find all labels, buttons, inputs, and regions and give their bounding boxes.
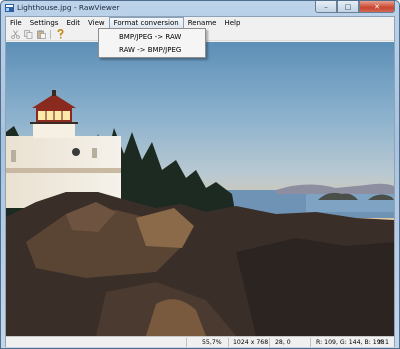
app-icon — [5, 4, 14, 12]
lighthouse-image — [6, 90, 394, 336]
status-divider — [228, 338, 229, 347]
toolbar-separator — [50, 29, 51, 39]
menu-settings[interactable]: Settings — [26, 17, 63, 28]
help-button[interactable] — [55, 29, 65, 39]
status-divider — [310, 338, 311, 347]
menu-edit[interactable]: Edit — [62, 17, 84, 28]
status-extra: Y: 1 — [378, 339, 389, 346]
status-coordinates: 28, 0 — [275, 339, 291, 346]
copy-button[interactable] — [23, 29, 33, 39]
title-bar[interactable]: Lighthouse.jpg - RawViewer – □ ✕ — [1, 1, 399, 16]
status-divider — [269, 338, 270, 347]
status-divider — [186, 338, 187, 347]
minimize-icon: – — [324, 2, 328, 11]
cut-icon — [10, 29, 20, 39]
close-icon: ✕ — [374, 2, 380, 11]
window-controls: – □ ✕ — [315, 1, 395, 13]
app-window: Lighthouse.jpg - RawViewer – □ ✕ File Se… — [0, 0, 400, 349]
menu-rename[interactable]: Rename — [184, 17, 221, 28]
menu-item-bmp-jpeg-to-raw[interactable]: BMP/JPEG -> RAW — [99, 31, 205, 44]
window-title: Lighthouse.jpg - RawViewer — [17, 3, 120, 12]
copy-icon — [23, 29, 32, 39]
help-icon — [57, 29, 64, 39]
image-canvas[interactable] — [6, 42, 394, 336]
menu-format-conversion[interactable]: Format conversion — [108, 17, 184, 28]
status-zoom: 55,7% — [202, 339, 222, 346]
status-bar: 55,7% 1024 x 768 28, 0 R: 109, G: 144, B… — [6, 336, 394, 347]
paste-icon — [36, 29, 46, 39]
format-conversion-menu: BMP/JPEG -> RAW RAW -> BMP/JPEG — [98, 28, 206, 58]
menu-file[interactable]: File — [6, 17, 26, 28]
maximize-icon: □ — [344, 2, 352, 11]
maximize-button[interactable]: □ — [337, 1, 359, 13]
client-area: File Settings Edit View Format conversio… — [5, 16, 395, 347]
paste-button[interactable] — [36, 29, 46, 39]
status-dimensions: 1024 x 768 — [233, 339, 269, 346]
close-button[interactable]: ✕ — [359, 1, 395, 13]
minimize-button[interactable]: – — [315, 1, 337, 13]
cut-button[interactable] — [10, 29, 20, 39]
menu-help[interactable]: Help — [220, 17, 244, 28]
menu-bar: File Settings Edit View Format conversio… — [6, 17, 394, 28]
status-rgb: R: 109, G: 144, B: 198 — [316, 339, 385, 346]
menu-view[interactable]: View — [84, 17, 109, 28]
menu-item-raw-to-bmp-jpeg[interactable]: RAW -> BMP/JPEG — [99, 44, 205, 57]
